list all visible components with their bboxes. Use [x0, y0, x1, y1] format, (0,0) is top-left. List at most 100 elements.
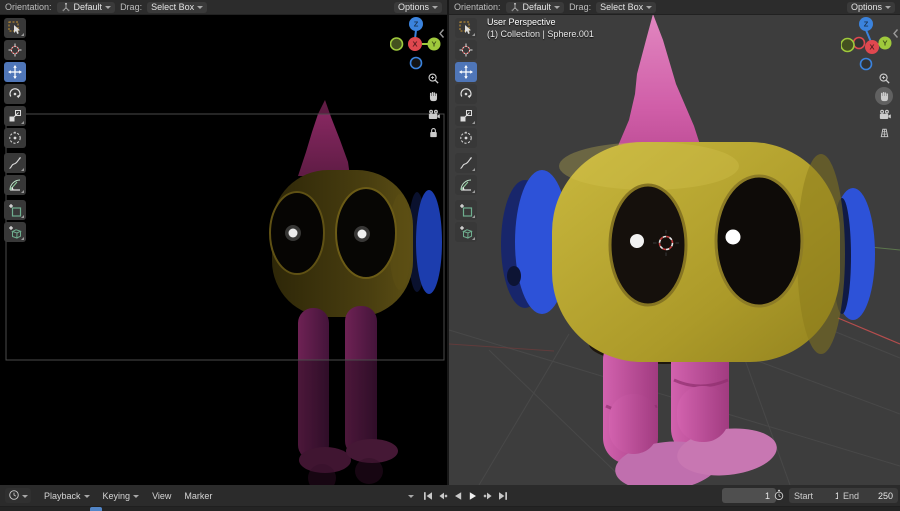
tool-annotate[interactable] — [4, 153, 26, 173]
options-label: Options — [397, 2, 429, 12]
stopwatch-icon — [773, 489, 785, 503]
x-axis-line — [837, 317, 900, 345]
sidebar-toggle[interactable] — [892, 26, 900, 40]
tool-cursor[interactable] — [455, 40, 477, 60]
tool-measure[interactable] — [455, 175, 477, 195]
chevron-down-icon[interactable] — [408, 494, 414, 498]
tool-measure[interactable] — [4, 175, 26, 195]
menu-label: View — [152, 490, 172, 501]
auto-keying-button[interactable] — [389, 488, 410, 511]
menu-marker[interactable]: Marker — [184, 491, 212, 501]
svg-text:X: X — [869, 43, 874, 52]
options-dropdown[interactable]: Options — [846, 1, 895, 13]
tool-scale[interactable] — [4, 106, 26, 126]
viewport-right-perspective[interactable]: Orientation: Default Drag: Select Box Op… — [449, 0, 900, 485]
next-keyframe-button[interactable] — [481, 488, 495, 504]
orientation-value: Default — [73, 2, 103, 12]
tool-move[interactable] — [4, 62, 26, 82]
head-highlight — [559, 142, 739, 190]
eye-left — [608, 183, 688, 307]
tool-select-box[interactable] — [4, 18, 26, 38]
3d-view-canvas-right[interactable] — [449, 14, 900, 485]
tool-cursor[interactable] — [4, 40, 26, 60]
tool-rotate[interactable] — [455, 84, 477, 104]
play-reverse-icon — [452, 490, 464, 502]
play-reverse-button[interactable] — [451, 488, 465, 504]
nav-toggle-camera-view-button[interactable] — [424, 105, 442, 123]
viewport-left-camera[interactable]: Orientation: Default Drag: Select Box Op… — [0, 0, 447, 485]
timeline-track[interactable] — [0, 507, 900, 511]
play-button[interactable] — [466, 488, 480, 504]
nav-pan-button[interactable] — [875, 87, 893, 105]
tool-annotate[interactable] — [455, 153, 477, 173]
tool-scale[interactable] — [455, 106, 477, 126]
orientation-dropdown[interactable]: Default — [56, 1, 116, 13]
tool-select-box[interactable] — [455, 18, 477, 38]
orientation-dropdown[interactable]: Default — [505, 1, 565, 13]
tool-add-cube[interactable] — [4, 222, 26, 242]
cursor-icon — [8, 43, 22, 57]
add-cube-icon — [8, 225, 22, 239]
chevron-down-icon — [133, 494, 140, 498]
jump-end-button[interactable] — [496, 488, 510, 504]
options-label: Options — [850, 2, 882, 12]
character-model[interactable] — [501, 14, 875, 485]
blender-window: Orientation: Default Drag: Select Box Op… — [0, 0, 900, 511]
drag-label: Drag: — [120, 2, 143, 12]
add-square-icon — [459, 203, 473, 217]
end-value: 250 — [877, 490, 893, 501]
camera-view-icon — [878, 108, 891, 121]
pan-icon — [878, 90, 891, 103]
menu-keying[interactable]: Keying — [103, 491, 140, 501]
select-box-icon — [459, 21, 473, 35]
use-preview-range-button[interactable] — [771, 488, 787, 503]
tool-transform[interactable] — [4, 128, 26, 148]
menu-playback[interactable]: Playback — [44, 491, 90, 501]
jump-start-button[interactable] — [421, 488, 435, 504]
chevron-down-icon — [554, 6, 561, 9]
sidebar-toggle[interactable] — [438, 26, 446, 40]
chevron-down-icon — [105, 6, 112, 9]
x-axis-line-far — [449, 343, 555, 352]
chevron-left-icon — [893, 28, 899, 38]
tool-add-primitive[interactable] — [455, 200, 477, 220]
move-icon — [459, 65, 473, 79]
nav-toggle-camera-view-button[interactable] — [875, 105, 893, 123]
nav-lock-camera-to-view-button[interactable] — [424, 123, 442, 141]
svg-text:Z: Z — [864, 20, 869, 29]
drag-dropdown[interactable]: Select Box — [596, 1, 657, 13]
pupil-right — [725, 229, 741, 245]
tool-transform[interactable] — [455, 128, 477, 148]
drag-dropdown[interactable]: Select Box — [147, 1, 208, 13]
current-frame-field[interactable]: 1 — [722, 488, 776, 503]
options-dropdown[interactable]: Options — [393, 1, 442, 13]
orientation-gizmo[interactable]: ZX Y — [841, 16, 895, 74]
viewport-divider[interactable] — [447, 0, 449, 485]
chevron-down-icon — [22, 494, 28, 498]
tool-move[interactable] — [455, 62, 477, 82]
tool-add-cube[interactable] — [455, 222, 477, 242]
chevron-down-icon — [432, 6, 438, 9]
start-label: Start — [794, 490, 814, 501]
frame-end-field[interactable]: End 250 — [838, 488, 898, 503]
end-label: End — [843, 490, 860, 501]
menu-label: Keying — [102, 490, 131, 501]
clock-icon — [8, 489, 20, 503]
scale-icon — [459, 109, 473, 123]
tool-rotate[interactable] — [4, 84, 26, 104]
3d-view-canvas-left[interactable] — [0, 14, 447, 485]
editor-type-dropdown[interactable] — [5, 488, 31, 503]
nav-toggle-orthographic-button[interactable] — [875, 123, 893, 141]
menu-view[interactable]: View — [152, 491, 171, 501]
tool-add-primitive[interactable] — [4, 200, 26, 220]
svg-text:Z: Z — [414, 20, 419, 29]
transform-icon — [459, 131, 473, 145]
playhead[interactable] — [90, 507, 102, 511]
pupil-right — [357, 229, 367, 239]
prev-keyframe-button[interactable] — [436, 488, 450, 504]
select-box-icon — [8, 21, 22, 35]
next-keyframe-icon — [482, 490, 494, 502]
nav-pan-button[interactable] — [424, 87, 442, 105]
orientation-gizmo[interactable]: ZX Y — [390, 16, 444, 74]
frame-start-field[interactable]: Start 1 — [789, 488, 845, 503]
